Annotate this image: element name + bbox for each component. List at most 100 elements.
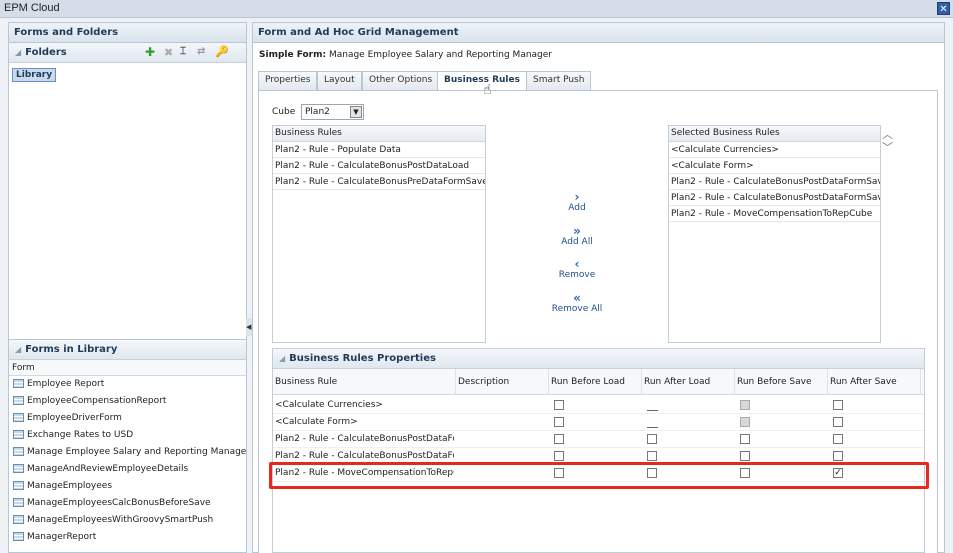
list-item[interactable]: Plan2 - Rule - CalculateBonusPreDataForm… <box>273 174 485 190</box>
add-all-label: Add All <box>561 237 593 247</box>
folders-header: ◢ Folders ✚ ✖ ⌶ ⇄ 🔑 <box>9 43 246 63</box>
assign-access-icon[interactable]: 🔑 <box>215 45 229 58</box>
checkbox-run-before-load[interactable] <box>554 434 564 444</box>
column-header[interactable]: Run Before Load <box>549 369 642 395</box>
checkbox-run-before-load[interactable] <box>554 417 564 427</box>
collapse-icon[interactable]: ◢ <box>15 345 21 354</box>
form-icon <box>13 498 24 507</box>
column-header[interactable]: Business Rule <box>273 369 456 395</box>
checkbox-run-after-save[interactable] <box>833 400 843 410</box>
list-item[interactable]: Plan2 - Rule - CalculateBonusPostDataLoa… <box>273 158 485 174</box>
panel-title: Forms and Folders <box>9 23 246 43</box>
checkbox-run-after-load[interactable] <box>647 434 657 444</box>
move-icon[interactable]: ⇄ <box>197 46 205 57</box>
empty-cell <box>647 427 658 428</box>
form-icon <box>13 430 24 439</box>
add-button[interactable]: › Add <box>537 191 617 213</box>
form-name: Employee Report <box>27 379 105 389</box>
form-icon <box>13 396 24 405</box>
form-icon <box>13 413 24 422</box>
remove-all-button[interactable]: «Remove All <box>537 292 617 314</box>
tab-other-options[interactable]: Other Options <box>362 71 440 90</box>
form-icon <box>13 464 24 473</box>
collapse-icon[interactable]: ◢ <box>15 48 21 57</box>
close-icon[interactable]: ✕ <box>937 2 950 15</box>
list-item[interactable]: Exchange Rates to USD <box>9 427 246 444</box>
tab-smart-push[interactable]: Smart Push <box>526 71 592 90</box>
list-item[interactable]: EmployeeCompensationReport <box>9 393 246 410</box>
tab-layout[interactable]: Layout <box>317 71 362 90</box>
checkbox-run-before-save[interactable] <box>740 434 750 444</box>
rename-icon[interactable]: ⌶ <box>180 46 186 57</box>
list-item[interactable]: Plan2 - Rule - Populate Data <box>273 142 485 158</box>
form-name: Manage Employee Salary and Reporting Man… <box>27 447 246 457</box>
move-down-icon[interactable]: ﹀ <box>882 139 893 155</box>
forms-in-library-header: ◢ Forms in Library <box>9 340 246 360</box>
form-name: ManageAndReviewEmployeeDetails <box>27 464 189 474</box>
column-header[interactable]: Run Before Save <box>735 369 828 395</box>
form-type-label: Simple Form: <box>259 50 327 60</box>
folders-label: Folders <box>25 47 67 58</box>
table-row: Plan2 - Rule - CalculateBonusPostDataFor… <box>273 431 924 448</box>
checkbox-run-before-save <box>740 400 750 410</box>
rule-name: <Calculate Form> <box>275 417 358 427</box>
properties-header: ◢ Business Rules Properties <box>273 349 924 369</box>
chevron-down-icon[interactable]: ▼ <box>350 106 362 118</box>
list-item[interactable]: ManageEmployees <box>9 478 246 495</box>
add-all-button[interactable]: » Add All <box>537 225 617 247</box>
list-item[interactable]: <Calculate Currencies> <box>669 142 880 158</box>
checkbox-run-after-save[interactable] <box>833 417 843 427</box>
checkbox-run-after-save[interactable] <box>833 451 843 461</box>
column-header[interactable]: Run After Save <box>828 369 921 395</box>
list-item[interactable]: EmployeeDriverForm <box>9 410 246 427</box>
business-rules-properties-panel: ◢ Business Rules Properties Business Rule… <box>272 348 925 553</box>
checkbox-run-before-load[interactable] <box>554 451 564 461</box>
column-header[interactable]: Run After Load <box>642 369 735 395</box>
chevron-left-icon: ‹ <box>574 257 580 271</box>
tab-business-rules[interactable]: Business Rules <box>437 71 527 91</box>
forms-in-library-title: Forms in Library <box>25 344 118 355</box>
cube-select[interactable]: Plan2 ▼ <box>301 104 364 120</box>
list-item[interactable]: ManageEmployeesWithGroovySmartPush <box>9 512 246 529</box>
tab-properties[interactable]: Properties <box>258 71 318 90</box>
list-item[interactable]: Employee Report <box>9 376 246 393</box>
list-item[interactable]: ManageEmployeesCalcBonusBeforeSave <box>9 495 246 512</box>
form-icon <box>13 532 24 541</box>
folder-library[interactable]: Library <box>12 68 57 82</box>
double-chevron-right-icon: » <box>573 224 581 238</box>
form-column-header[interactable]: Form <box>9 360 246 376</box>
cube-label: Cube <box>272 107 296 117</box>
forms-and-folders-panel: Forms and Folders ◢ Folders ✚ ✖ ⌶ ⇄ 🔑 Lib… <box>8 22 247 340</box>
checkbox-run-after-load[interactable] <box>647 451 657 461</box>
form-icon <box>13 515 24 524</box>
checkbox-run-before-save[interactable] <box>740 451 750 461</box>
list-item[interactable]: <Calculate Form> <box>669 158 880 174</box>
list-item[interactable]: Manage Employee Salary and Reporting Man… <box>9 444 246 461</box>
checkbox-run-before-save <box>740 417 750 427</box>
list-item[interactable]: Plan2 - Rule - CalculateBonusPostDataFor… <box>669 190 880 206</box>
rule-description[interactable] <box>456 431 549 448</box>
checkbox-run-after-save[interactable] <box>833 434 843 444</box>
collapse-icon[interactable]: ◢ <box>279 354 285 363</box>
simple-form-line: Simple Form: Manage Employee Salary and … <box>259 50 552 60</box>
remove-button[interactable]: ‹ Remove <box>537 258 617 280</box>
list-item[interactable]: ManageAndReviewEmployeeDetails <box>9 461 246 478</box>
selected-rules-header: Selected Business Rules <box>669 126 880 142</box>
add-icon[interactable]: ✚ <box>145 45 155 59</box>
rule-description[interactable] <box>456 397 549 414</box>
form-icon <box>13 379 24 388</box>
list-item[interactable]: Plan2 - Rule - CalculateBonusPostDataFor… <box>669 174 880 190</box>
double-chevron-left-icon: « <box>573 291 581 305</box>
rule-description[interactable] <box>456 414 549 431</box>
delete-icon[interactable]: ✖ <box>164 46 173 59</box>
form-name: ManagerReport <box>27 532 97 542</box>
form-name: Manage Employee Salary and Reporting Man… <box>328 50 552 60</box>
forms-in-library-panel: ◢ Forms in Library Form Employee Report Em… <box>8 339 247 553</box>
list-item[interactable]: ManagerReport <box>9 529 246 546</box>
checkbox-run-before-load[interactable] <box>554 400 564 410</box>
window-title: EPM Cloud <box>4 2 60 14</box>
table-row: <Calculate Currencies> <box>273 397 924 414</box>
selected-rules-list: Selected Business Rules <Calculate Curre… <box>668 125 881 343</box>
list-item[interactable]: Plan2 - Rule - MoveCompensationToRepCube <box>669 206 880 222</box>
column-header[interactable]: Description <box>456 369 549 395</box>
